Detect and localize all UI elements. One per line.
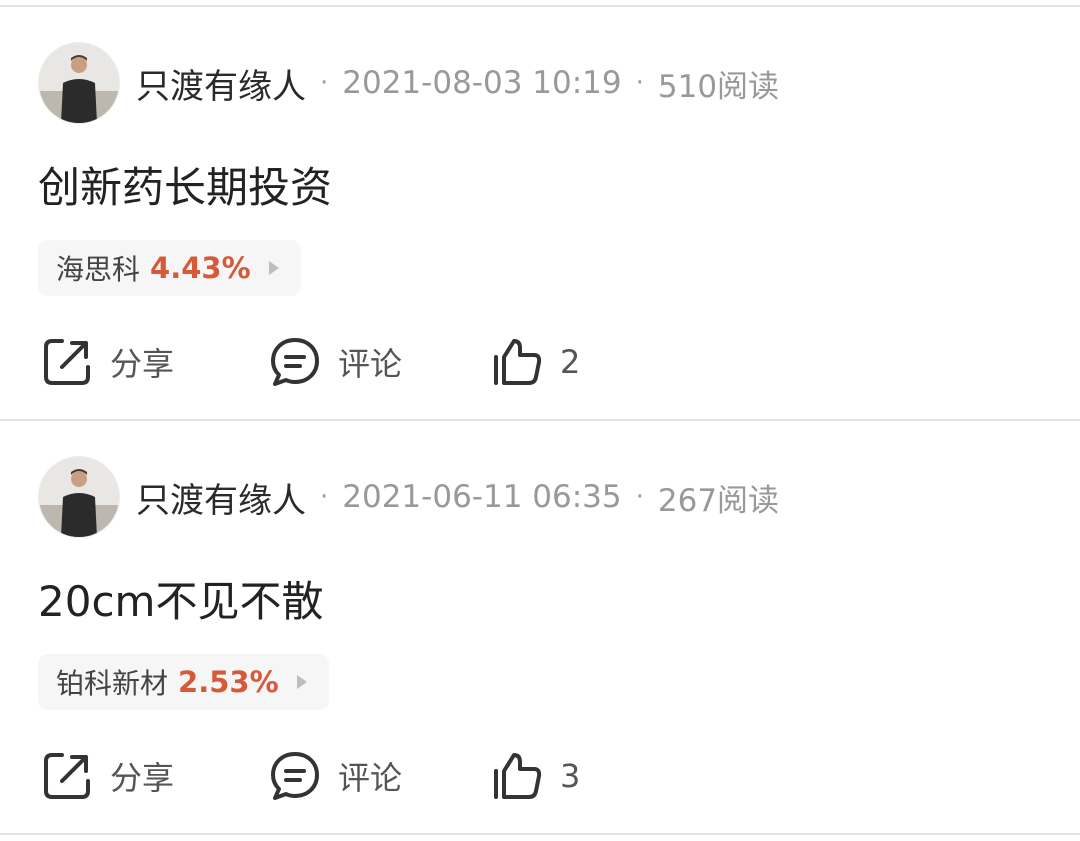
- like-count: 2: [560, 343, 581, 381]
- comment-button[interactable]: 评论: [268, 746, 402, 806]
- post-card[interactable]: 只渡有缘人 · 2021-06-11 06:35 · 267阅读 20cm不见不…: [0, 420, 1080, 834]
- share-button[interactable]: 分享: [40, 332, 174, 392]
- chevron-right-icon: [268, 261, 279, 275]
- chevron-right-icon: [296, 675, 307, 689]
- post-content[interactable]: 创新药长期投资: [38, 154, 332, 215]
- separator-dot: ·: [635, 482, 644, 512]
- post-header: 只渡有缘人 · 2021-06-11 06:35 · 267阅读: [38, 456, 779, 538]
- post-card[interactable]: 只渡有缘人 · 2021-08-03 10:19 · 510阅读 创新药长期投资…: [0, 6, 1080, 420]
- post-actions: 分享 评论 2: [40, 332, 740, 392]
- stock-change: 4.43%: [150, 251, 251, 285]
- post-header: 只渡有缘人 · 2021-08-03 10:19 · 510阅读: [38, 42, 779, 124]
- like-button[interactable]: 2: [490, 332, 580, 392]
- stock-tag[interactable]: 铂科新材 2.53%: [38, 654, 329, 710]
- post-content[interactable]: 20cm不见不散: [38, 568, 323, 629]
- comment-label: 评论: [338, 345, 403, 383]
- post-actions: 分享 评论 3: [40, 746, 740, 806]
- stock-name: 海思科: [56, 253, 141, 286]
- post-datetime: 2021-06-11 06:35: [342, 479, 622, 515]
- divider: [0, 833, 1080, 835]
- post-datetime: 2021-08-03 10:19: [342, 65, 622, 101]
- avatar[interactable]: [38, 42, 120, 124]
- comment-label: 评论: [338, 759, 403, 797]
- comment-button[interactable]: 评论: [268, 332, 402, 392]
- stock-name: 铂科新材: [56, 667, 169, 700]
- comment-icon: [271, 338, 319, 386]
- author-name[interactable]: 只渡有缘人: [136, 473, 306, 522]
- separator-dot: ·: [320, 482, 329, 512]
- stock-tag[interactable]: 海思科 4.43%: [38, 240, 301, 296]
- avatar-photo: [39, 457, 119, 537]
- share-icon: [44, 339, 90, 385]
- share-label: 分享: [110, 345, 175, 383]
- read-count: 267阅读: [657, 482, 780, 519]
- post-feed: 只渡有缘人 · 2021-08-03 10:19 · 510阅读 创新药长期投资…: [0, 0, 1080, 841]
- share-label: 分享: [110, 759, 175, 797]
- read-count: 510阅读: [657, 68, 780, 105]
- author-name[interactable]: 只渡有缘人: [136, 59, 306, 108]
- comment-icon: [271, 752, 319, 800]
- stock-change: 2.53%: [178, 665, 279, 699]
- separator-dot: ·: [320, 68, 329, 98]
- share-icon: [44, 753, 90, 799]
- avatar[interactable]: [38, 456, 120, 538]
- like-icon: [494, 339, 542, 385]
- share-button[interactable]: 分享: [40, 746, 174, 806]
- like-icon: [494, 753, 542, 799]
- like-button[interactable]: 3: [490, 746, 580, 806]
- like-count: 3: [560, 757, 581, 795]
- avatar-photo: [39, 43, 119, 123]
- separator-dot: ·: [635, 68, 644, 98]
